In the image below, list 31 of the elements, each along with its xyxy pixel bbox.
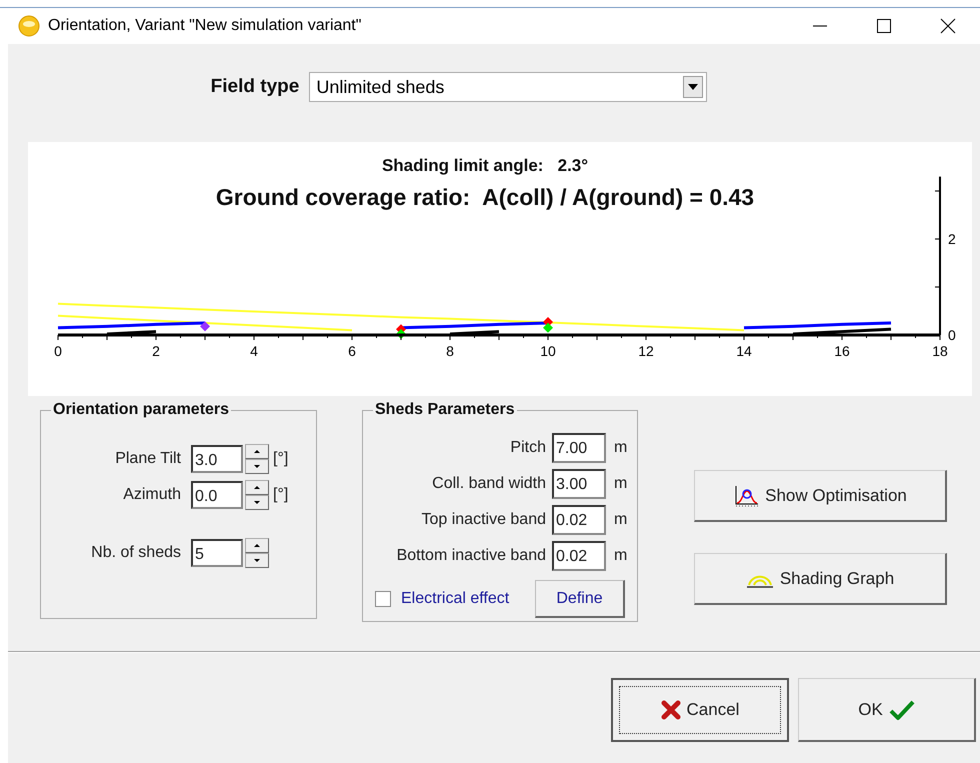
tick-label: 2 bbox=[948, 231, 956, 247]
tick-label: 14 bbox=[736, 343, 752, 359]
tick-label: 4 bbox=[250, 343, 258, 359]
unit-label: m bbox=[614, 511, 628, 529]
field-label: Nb. of sheds bbox=[90, 544, 181, 562]
unit-label: m bbox=[614, 475, 628, 493]
field-label: Azimuth bbox=[122, 486, 181, 504]
ground-coverage-ratio: Ground coverage ratio: A(coll) / A(ground) = 0.43 bbox=[214, 184, 756, 211]
unit-label: [°] bbox=[273, 450, 288, 468]
tick-label: 0 bbox=[948, 327, 956, 343]
field-label: Pitch bbox=[509, 439, 546, 457]
unit-label: m bbox=[614, 547, 628, 565]
tick-label: 10 bbox=[540, 343, 556, 359]
tick-label: 16 bbox=[834, 343, 850, 359]
tick-label: 8 bbox=[446, 343, 454, 359]
field-label: Bottom inactive band bbox=[396, 547, 546, 565]
shading-limit-angle: Shading limit angle: 2.3° bbox=[380, 156, 590, 176]
tick-label: 0 bbox=[54, 343, 62, 359]
checkbox-label: Electrical effect bbox=[401, 590, 510, 608]
field-label: Coll. band width bbox=[431, 475, 546, 493]
group-title: Orientation parameters bbox=[51, 401, 232, 419]
tick-label: 18 bbox=[932, 343, 948, 359]
field-label: Top inactive band bbox=[420, 511, 546, 529]
unit-label: m bbox=[614, 439, 628, 457]
tick-label: 2 bbox=[152, 343, 160, 359]
field-label: Field type bbox=[210, 76, 300, 98]
tick-label: 6 bbox=[348, 343, 356, 359]
window-title: Orientation, Variant "New simulation variant" bbox=[48, 17, 362, 35]
unit-label: [°] bbox=[273, 486, 288, 504]
field-label: Plane Tilt bbox=[114, 450, 181, 468]
tick-label: 12 bbox=[638, 343, 654, 359]
